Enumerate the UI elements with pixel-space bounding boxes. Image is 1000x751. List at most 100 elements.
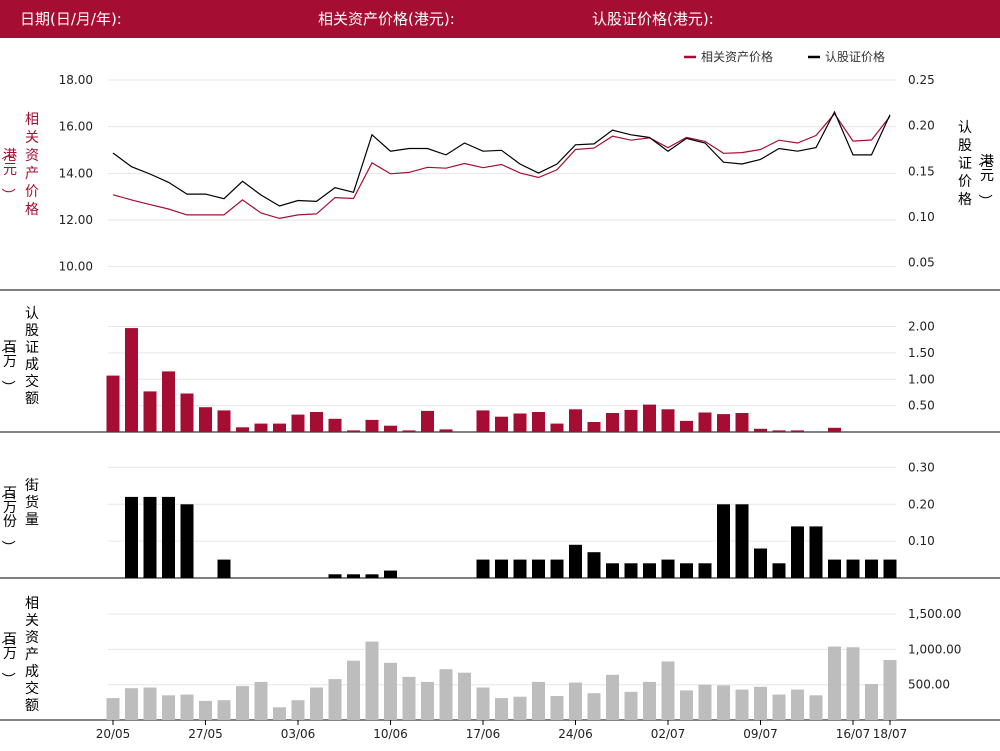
bar (550, 696, 564, 720)
bar (365, 641, 379, 720)
x-tick-label: 03/06 (281, 727, 316, 741)
bar (735, 689, 749, 720)
bar (291, 700, 305, 720)
bar (347, 574, 360, 578)
bar (143, 391, 157, 432)
bar (883, 660, 897, 720)
bar (846, 647, 860, 720)
bar (310, 412, 323, 432)
bar (698, 563, 712, 579)
x-tick-label: 17/06 (466, 727, 501, 741)
bar (421, 681, 434, 720)
bar (199, 407, 212, 432)
y-tick: 2.00 (908, 320, 935, 334)
bar (717, 504, 730, 579)
y-axis-unit: （百万） (0, 630, 17, 686)
x-tick-label: 16/07 (836, 727, 871, 741)
bar (754, 548, 767, 578)
bar (532, 681, 545, 720)
bar (587, 552, 601, 578)
x-tick-label: 20/05 (96, 727, 131, 741)
asset-price-label: 相关资产价格(港元): (318, 10, 455, 28)
y-axis-title: 街货量 (25, 478, 39, 528)
bar (809, 695, 823, 720)
bar (384, 425, 397, 432)
bar (310, 687, 323, 720)
bar (550, 559, 564, 578)
y-tick-right: 0.20 (908, 119, 935, 133)
bar (828, 646, 841, 720)
bar (476, 687, 490, 720)
bar (125, 496, 138, 578)
bar (143, 496, 157, 578)
bar (495, 698, 508, 720)
bar (125, 328, 138, 432)
bar (384, 662, 397, 720)
bar (476, 559, 490, 578)
y-tick-left: 10.00 (59, 260, 93, 274)
bar (680, 420, 693, 432)
y-tick-left: 18.00 (59, 73, 93, 87)
y-tick: 500.00 (908, 678, 950, 692)
bar (754, 428, 767, 432)
bar (735, 504, 749, 579)
bar (661, 409, 675, 432)
warrant-price-label: 认股证价格(港元): (592, 10, 714, 28)
bar (772, 563, 786, 579)
bar (458, 672, 471, 720)
bar (162, 371, 175, 432)
bar (791, 689, 804, 720)
bar (217, 410, 231, 432)
warrant-chart: 18.00 16.00 14.00 12.00 10.00 0.25 0.20 0.15 0.1… (0, 49, 1000, 741)
y-tick-left: 14.00 (59, 166, 93, 180)
bar (569, 682, 582, 720)
bar (754, 686, 767, 720)
y-tick-right: 0.15 (908, 164, 935, 178)
bar (365, 574, 379, 578)
y-axis-title: 相关资产成交额 (25, 596, 39, 714)
bar (606, 674, 619, 720)
x-tick-label: 10/06 (373, 727, 408, 741)
bar (254, 681, 268, 720)
y-tick: 0.30 (908, 460, 935, 474)
bar (532, 412, 545, 432)
bar (180, 504, 194, 579)
y-axis-title: 认股证成交额 (25, 306, 39, 407)
bar (143, 687, 157, 720)
legend-warrant: 认股证价格 (825, 49, 885, 64)
bar (883, 559, 897, 578)
bar (384, 570, 397, 578)
bar (791, 430, 804, 432)
bar (680, 563, 693, 579)
bar (569, 544, 582, 578)
bar (347, 660, 360, 720)
header-bar: 日期(日/月/年): 相关资产价格(港元): 认股证价格(港元): (0, 0, 1000, 38)
bar (217, 700, 231, 720)
bar (624, 691, 638, 720)
x-tick-label: 09/07 (743, 727, 778, 741)
bar (162, 496, 175, 578)
bar (106, 698, 120, 720)
bar (735, 413, 749, 432)
bar (809, 526, 823, 578)
bar (717, 414, 730, 432)
bar (606, 563, 619, 579)
bar (162, 695, 175, 720)
bar (532, 559, 545, 578)
bar (236, 686, 249, 720)
bar (698, 412, 712, 432)
bar (698, 684, 712, 720)
bar (513, 559, 527, 578)
y-tick-right: 0.25 (908, 73, 935, 87)
y-tick: 1,000.00 (908, 642, 961, 656)
bar (587, 422, 601, 432)
bar (513, 413, 527, 432)
bar (439, 669, 453, 720)
y-tick: 1.00 (908, 372, 935, 386)
bar (365, 419, 379, 432)
bar (476, 410, 490, 432)
bar (421, 410, 434, 432)
bar (550, 423, 564, 432)
warrant-price-line (112, 110, 891, 207)
bar (643, 681, 656, 720)
